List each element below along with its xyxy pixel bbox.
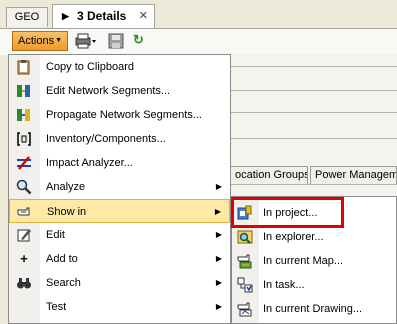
tab-arrow-icon: ▶ [62,11,69,21]
tab-location-groups[interactable]: ocation Groups [230,166,308,184]
menu-item-label: Inventory/Components... [46,133,166,145]
hand-pointer-icon [17,204,33,220]
menu-item-propagate-network-segments[interactable]: Propagate Network Segments... [9,103,230,127]
menu-item-label: Add to [46,253,78,265]
menu-item-edit-network-segments[interactable]: Edit Network Segments... [9,79,230,103]
network-segments-icon [16,83,32,99]
plus-icon: + [20,251,28,266]
submenu-arrow-icon: ▶ [215,230,222,239]
submenu-item-in-current-drawing[interactable]: In current Drawing... [232,297,396,321]
menu-item-inventory-components[interactable]: Inventory/Components... [9,127,230,151]
submenu-item-label: In task... [263,279,305,291]
task-icon [237,277,253,293]
save-icon[interactable] [108,32,124,50]
menu-item-label: Search [46,277,81,289]
close-icon[interactable]: ✕ [139,5,148,27]
menu-item-impact-analyzer[interactable]: Impact Analyzer... [9,151,230,175]
divider [230,90,397,91]
menu-item-label: Edit [46,229,65,241]
divider [230,112,397,113]
submenu-item-label: In explorer... [263,231,324,243]
refresh-icon[interactable]: ↻ [133,32,149,50]
menu-item-label: Propagate Network Segments... [46,109,202,121]
tab-geo[interactable]: GEO [6,7,48,27]
propagate-icon [16,107,32,123]
tab-3-details[interactable]: ▶ 3 Details ✕ [52,4,155,28]
impact-analyzer-icon [16,155,32,171]
menu-item-edit[interactable]: Edit ▶ [9,223,230,247]
actions-button[interactable]: Actions ▼ [12,31,68,51]
map-icon [237,253,253,269]
chevron-down-icon: ▼ [55,37,62,44]
submenu-arrow-icon: ▶ [214,207,221,216]
drawing-icon [237,301,253,317]
menu-item-label: Impact Analyzer... [46,157,133,169]
menu-item-label: Copy to Clipboard [46,61,135,73]
menu-item-search[interactable]: Search ▶ [9,271,230,295]
divider [230,184,397,185]
menu-item-copy-to-clipboard[interactable]: Copy to Clipboard [9,55,230,79]
menu-item-add-to[interactable]: + Add to ▶ [9,247,230,271]
menu-item-show-in[interactable]: Show in ▶ [9,199,230,223]
submenu-arrow-icon: ▶ [215,254,222,263]
highlight-box [231,197,344,228]
submenu-item-label: In current Map... [263,255,344,267]
menu-item-label: Show in [47,206,87,218]
printer-icon[interactable] [73,32,99,50]
submenu-arrow-icon: ▶ [215,302,222,311]
edit-icon [16,227,32,243]
tab-label: 3 Details [77,9,127,23]
inventory-icon [16,131,32,147]
actions-menu: Copy to Clipboard Edit Network Segments.… [8,54,231,324]
menu-item-test[interactable]: Test ▶ [9,295,230,319]
submenu-item-in-current-map[interactable]: In current Map... [232,249,396,273]
binoculars-icon [16,275,32,291]
clipboard-icon [16,59,32,75]
divider [230,66,397,67]
magnifier-icon [16,179,32,195]
submenu-item-in-task[interactable]: In task... [232,273,396,297]
submenu-item-in-explorer[interactable]: In explorer... [232,225,396,249]
menu-item-label: Test [46,301,67,313]
menu-item-label: Edit Network Segments... [46,85,171,97]
submenu-arrow-icon: ▶ [215,182,222,191]
submenu-item-label: In current Drawing... [263,303,363,315]
actions-label: Actions [18,35,55,47]
menu-item-label: Analyze [46,181,86,193]
submenu-arrow-icon: ▶ [215,278,222,287]
menu-item-analyze[interactable]: Analyze ▶ [9,175,230,199]
tab-power-management[interactable]: Power Manageme [310,166,397,184]
divider [230,138,397,139]
explorer-icon [237,229,253,245]
